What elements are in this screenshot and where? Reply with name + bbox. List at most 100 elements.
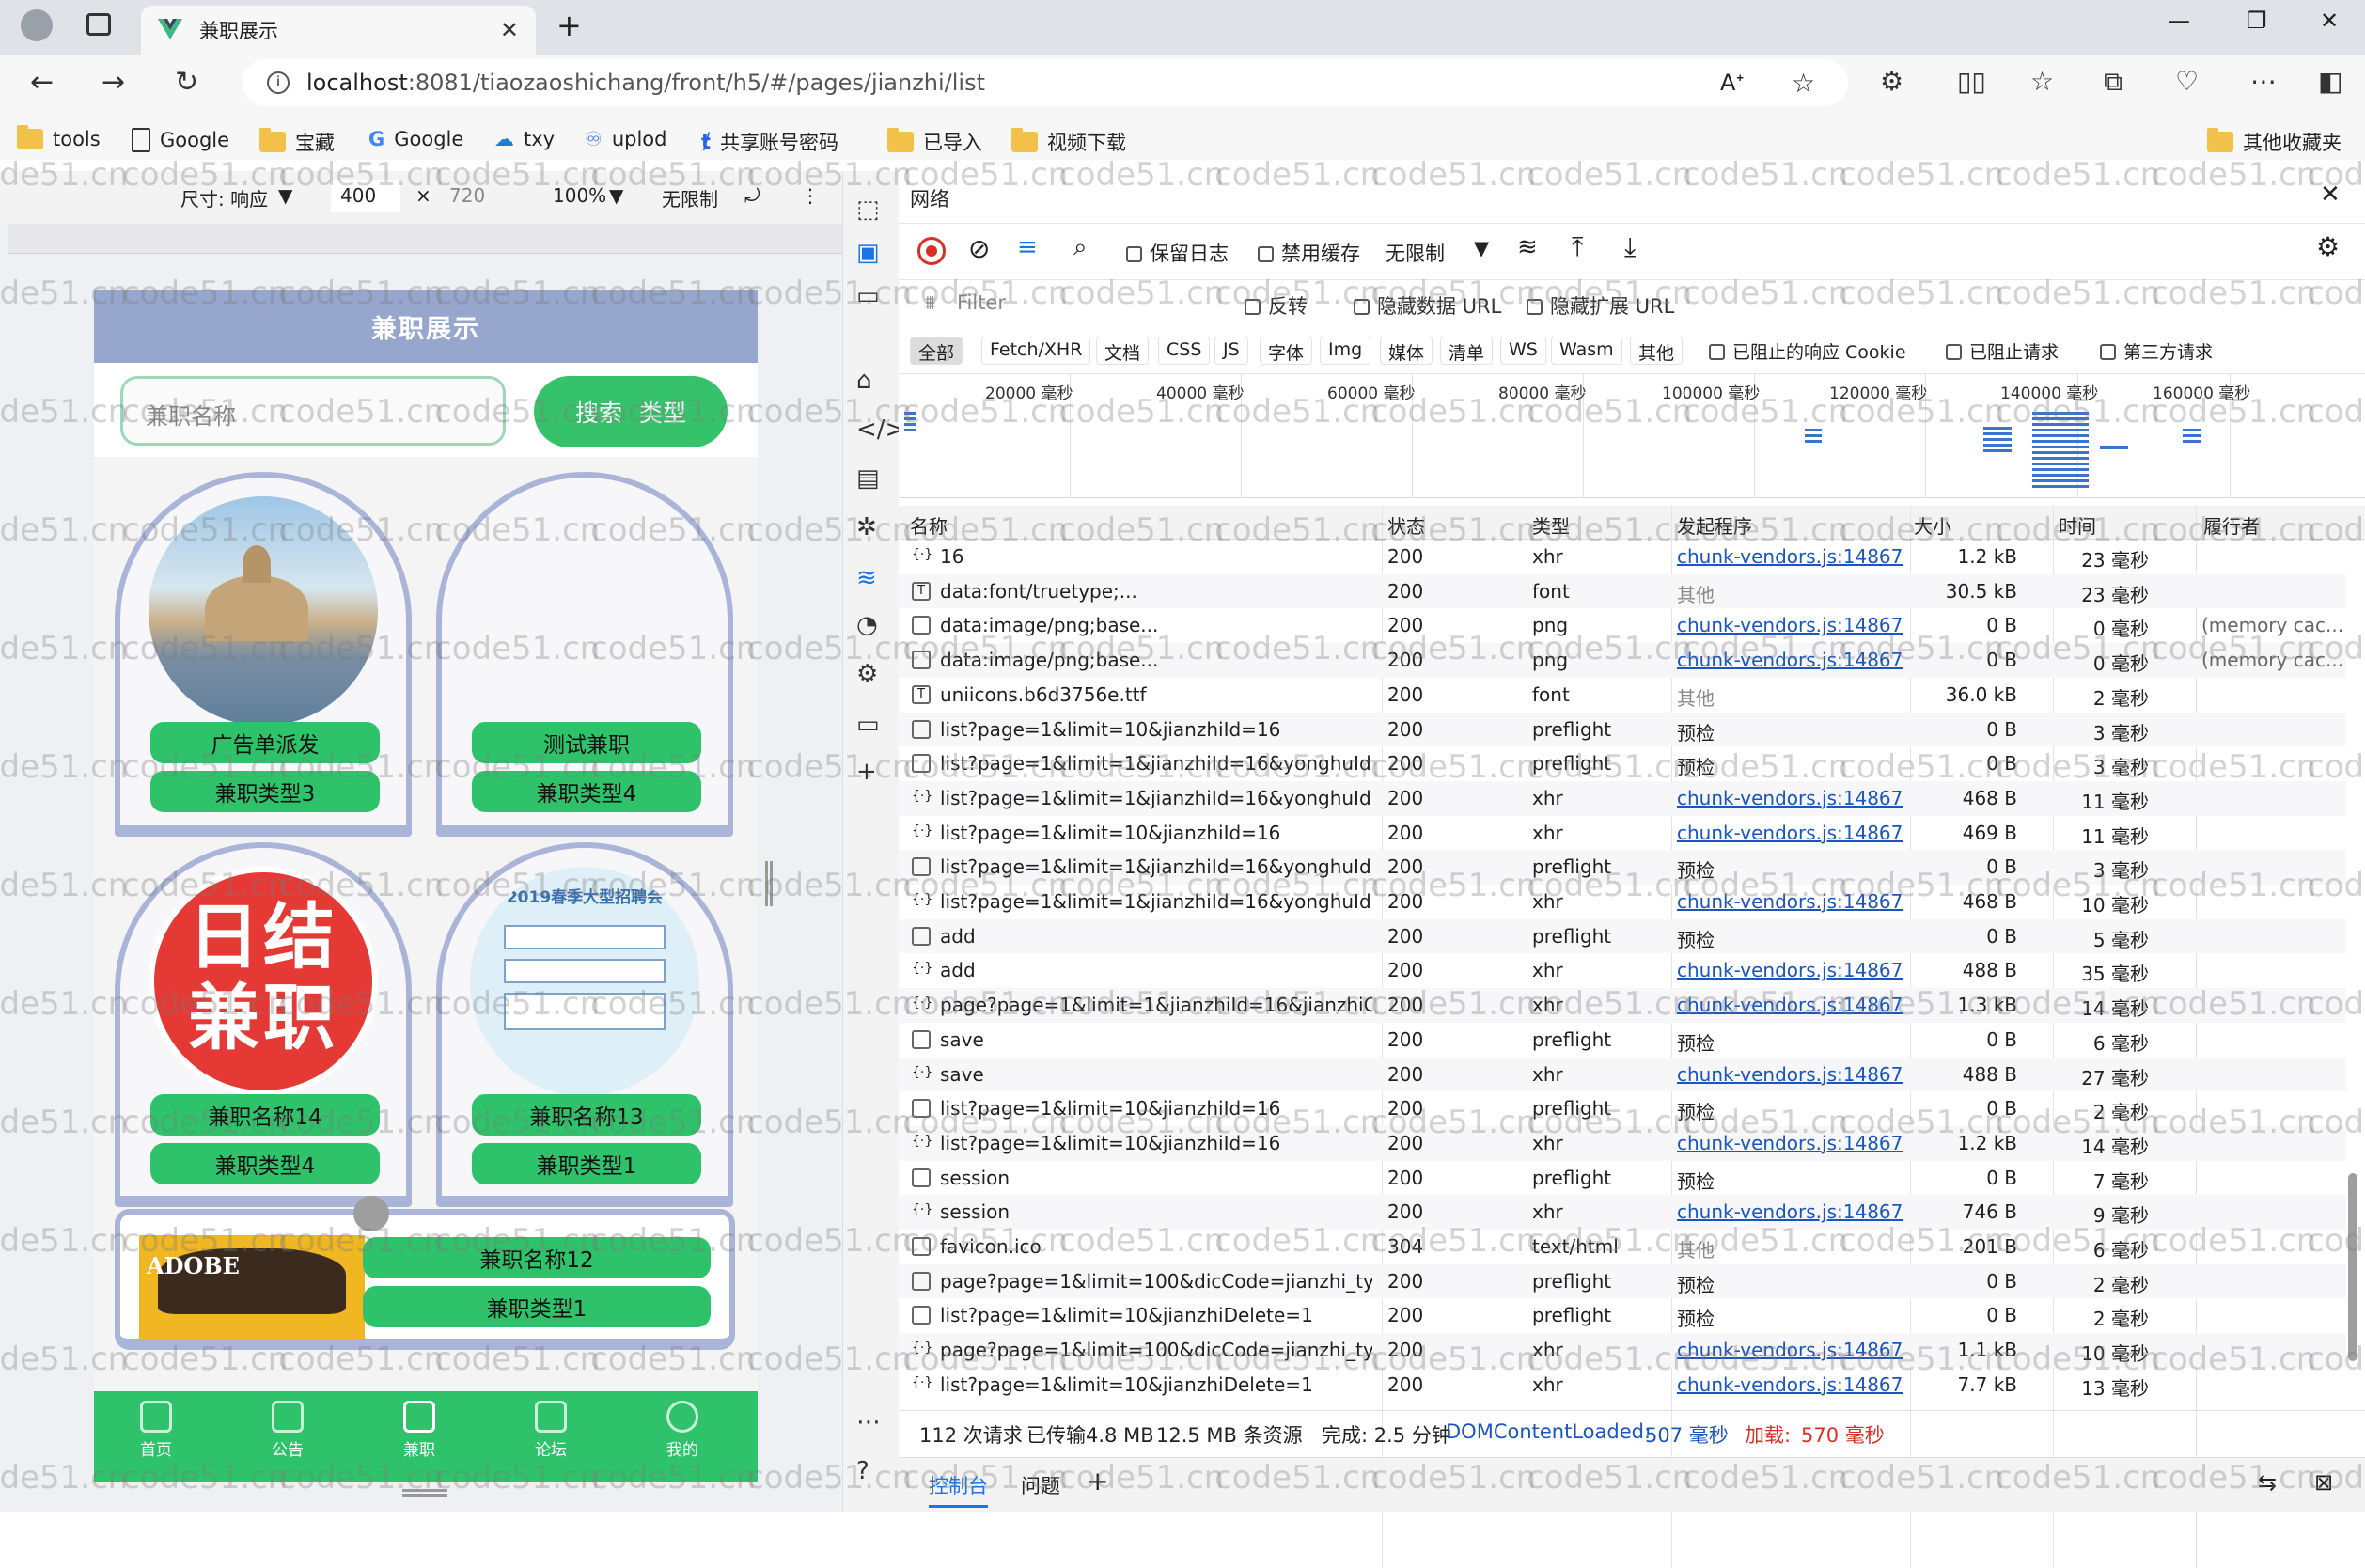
type-filter-xhr[interactable]: Fetch/XHR: [981, 337, 1091, 365]
type-filter-doc[interactable]: 文档: [1096, 337, 1150, 365]
type-filter-font[interactable]: 字体: [1260, 337, 1313, 365]
cell-initiator[interactable]: chunk-vendors.js:14867: [1677, 959, 1903, 981]
cell-initiator[interactable]: chunk-vendors.js:14867: [1677, 1063, 1903, 1086]
search-input[interactable]: 兼职名称: [120, 376, 506, 446]
bookmark-shared-accounts[interactable]: ⱦ 共享账号密码: [701, 128, 838, 156]
reload-icon[interactable]: ↻: [175, 66, 198, 99]
browser-tab[interactable]: 兼职展示 ✕: [141, 6, 536, 55]
sidebar-toggle-icon[interactable]: ◧: [2318, 66, 2342, 97]
table-row[interactable]: {·} list?page=1&limit=10&jianzhiDelete=1 2…: [899, 1368, 2346, 1403]
table-row[interactable]: {·} save 200 xhr chunk-vendors.js:14867 488 B…: [899, 1057, 2346, 1092]
rotate-icon[interactable]: ⤾: [744, 184, 760, 207]
performance-icon[interactable]: ◔: [856, 611, 878, 639]
device-more-icon[interactable]: ⋮: [801, 184, 820, 207]
table-row[interactable]: Tuniicons.b6d3756e.ttf 200 font 其他 36.0 kB 2 …: [899, 678, 2346, 713]
search-icon[interactable]: ⌕: [1073, 233, 1088, 262]
job-card[interactable]: 广告单派发 兼职类型3: [115, 472, 412, 837]
tab-issues[interactable]: 问题: [1021, 1471, 1060, 1499]
cell-initiator[interactable]: chunk-vendors.js:14867: [1677, 614, 1903, 636]
type-filter-js[interactable]: JS: [1214, 337, 1248, 365]
cell-initiator[interactable]: chunk-vendors.js:14867: [1677, 649, 1903, 671]
close-devtools-icon[interactable]: ✕: [2320, 180, 2341, 209]
type-filter-ws[interactable]: WS: [1500, 337, 1546, 365]
address-bar[interactable]: i localhost:8081/tiaozaoshichang/front/h…: [243, 59, 1848, 106]
sources-icon[interactable]: ✲: [856, 513, 877, 541]
table-row[interactable]: add 200 preflight 预检 0 B 5 毫秒: [899, 918, 2346, 954]
type-filter-css[interactable]: CSS: [1158, 337, 1211, 365]
bookmark-other[interactable]: 其他收藏夹: [2207, 128, 2342, 156]
col-type[interactable]: 类型: [1532, 511, 1570, 539]
blocked-cookies-checkbox[interactable]: 已阻止的响应 Cookie: [1709, 338, 1906, 364]
site-info-icon[interactable]: i: [267, 71, 290, 94]
dock-drawer-icon[interactable]: ⇆: [2258, 1469, 2277, 1496]
cell-initiator[interactable]: chunk-vendors.js:14867: [1677, 545, 1903, 568]
tab-mine[interactable]: 我的: [635, 1401, 729, 1460]
wifi-settings-icon[interactable]: ≋: [1517, 233, 1538, 261]
table-row[interactable]: session 200 preflight 预检 0 B 7 毫秒: [899, 1161, 2346, 1196]
cell-initiator[interactable]: chunk-vendors.js:14867: [1677, 994, 1903, 1016]
inspect-icon[interactable]: ⬚: [856, 196, 880, 224]
more-menu-icon[interactable]: ⋯: [2250, 66, 2277, 97]
split-screen-icon[interactable]: ▯▯: [1957, 66, 1986, 97]
more-tools-icon[interactable]: +: [856, 758, 877, 786]
table-row[interactable]: {·} 16 200 xhr chunk-vendors.js:14867 1.2 kB 2…: [899, 540, 2346, 574]
table-row[interactable]: {·} page?page=1&limit=1&jianzhiId=16&jian…: [899, 988, 2346, 1023]
job-card[interactable]: 2019春季大型招聘会 兼职名称13 兼职类型1: [436, 842, 733, 1207]
new-tab-icon[interactable]: +: [556, 8, 582, 43]
bookmark-video-download[interactable]: 视频下载: [1011, 128, 1126, 156]
table-row[interactable]: {·} list?page=1&limit=10&jianzhiId=16 200 x…: [899, 816, 2346, 851]
job-card-wide[interactable]: ADOBE 兼职名称12 兼职类型1: [115, 1209, 735, 1350]
type-button[interactable]: 类型: [639, 395, 686, 429]
tab-actions-icon[interactable]: [86, 13, 111, 36]
table-row[interactable]: list?page=1&limit=10&jianzhiId=16 200 pref…: [899, 712, 2346, 747]
export-har-icon[interactable]: ⤓: [1624, 231, 1636, 263]
blocked-requests-checkbox[interactable]: 已阻止请求: [1946, 338, 2059, 364]
cell-initiator[interactable]: chunk-vendors.js:14867: [1677, 890, 1903, 913]
settings-gear-icon[interactable]: ⚙: [856, 660, 878, 688]
table-row[interactable]: data:image/png;base... 200 png chunk-vendor…: [899, 608, 2346, 643]
preserve-log-checkbox[interactable]: 保留日志: [1126, 239, 1229, 267]
device-width-input[interactable]: 400: [331, 180, 400, 212]
tab-home[interactable]: 首页: [109, 1401, 203, 1460]
add-tab-icon[interactable]: +: [1087, 1466, 1108, 1497]
col-fulfilled-by[interactable]: 履行者: [2203, 511, 2260, 539]
table-scrollbar[interactable]: [2348, 1173, 2357, 1361]
table-row[interactable]: list?page=1&limit=1&jianzhiId=16&yonghuI…: [899, 850, 2346, 885]
cell-initiator[interactable]: chunk-vendors.js:14867: [1677, 1339, 1903, 1361]
job-card[interactable]: 日结兼职 兼职名称14 兼职类型4: [115, 842, 412, 1207]
type-filter-other[interactable]: 其他: [1630, 337, 1684, 365]
throttle-select[interactable]: 无限制: [662, 184, 718, 212]
type-filter-manifest[interactable]: 清单: [1440, 337, 1494, 365]
network-settings-icon[interactable]: ⚙: [2316, 231, 2340, 262]
bookmark-google[interactable]: Google: [132, 128, 229, 152]
window-close-icon[interactable]: ✕: [2320, 8, 2339, 34]
table-row[interactable]: save 200 preflight 预检 0 B 6 毫秒: [899, 1023, 2346, 1058]
filter-icon[interactable]: ≡: [1017, 233, 1038, 261]
col-initiator[interactable]: 发起程序: [1677, 511, 1752, 539]
table-row[interactable]: {·} list?page=1&limit=1&jianzhiId=16&yong…: [899, 780, 2346, 816]
job-card[interactable]: 测试兼职 兼职类型4: [436, 472, 733, 837]
bookmark-imported[interactable]: 已导入: [887, 128, 982, 156]
favorites-icon[interactable]: ☆: [2030, 66, 2054, 97]
col-time[interactable]: 时间: [2059, 511, 2096, 539]
table-row[interactable]: favicon.ico 304 text/html 其他 201 B 6 毫秒: [899, 1230, 2346, 1264]
table-row[interactable]: list?page=1&limit=10&jianzhiDelete=1 200 p…: [899, 1298, 2346, 1333]
tab-forum[interactable]: 论坛: [504, 1401, 598, 1460]
bookmark-uplod[interactable]: ♾ uplod: [585, 128, 666, 150]
read-aloud-icon[interactable]: Aᐩ: [1720, 70, 1745, 96]
extensions-icon[interactable]: ⚙: [1880, 66, 1903, 97]
tab-console[interactable]: 控制台: [929, 1471, 988, 1508]
resize-handle[interactable]: [765, 861, 773, 906]
col-status[interactable]: 状态: [1387, 511, 1425, 539]
table-row[interactable]: {·} list?page=1&limit=10&jianzhiId=16 200 x…: [899, 1125, 2346, 1161]
table-row[interactable]: list?page=1&limit=10&jianzhiId=16 200 pref…: [899, 1091, 2346, 1126]
table-row[interactable]: {·} page?page=1&limit=100&dicCode=jianzhi…: [899, 1333, 2346, 1368]
zoom-select[interactable]: 100%: [553, 184, 606, 207]
device-height-input[interactable]: 720: [442, 180, 511, 212]
import-har-icon[interactable]: ⤒: [1572, 231, 1583, 263]
dock-icon[interactable]: ▭: [856, 282, 880, 310]
hide-data-url-checkbox[interactable]: 隐藏数据 URL: [1354, 291, 1501, 320]
tab-jobs[interactable]: 兼职: [372, 1401, 466, 1460]
col-name[interactable]: 名称: [910, 511, 948, 539]
welcome-icon[interactable]: ⌂: [856, 367, 872, 395]
